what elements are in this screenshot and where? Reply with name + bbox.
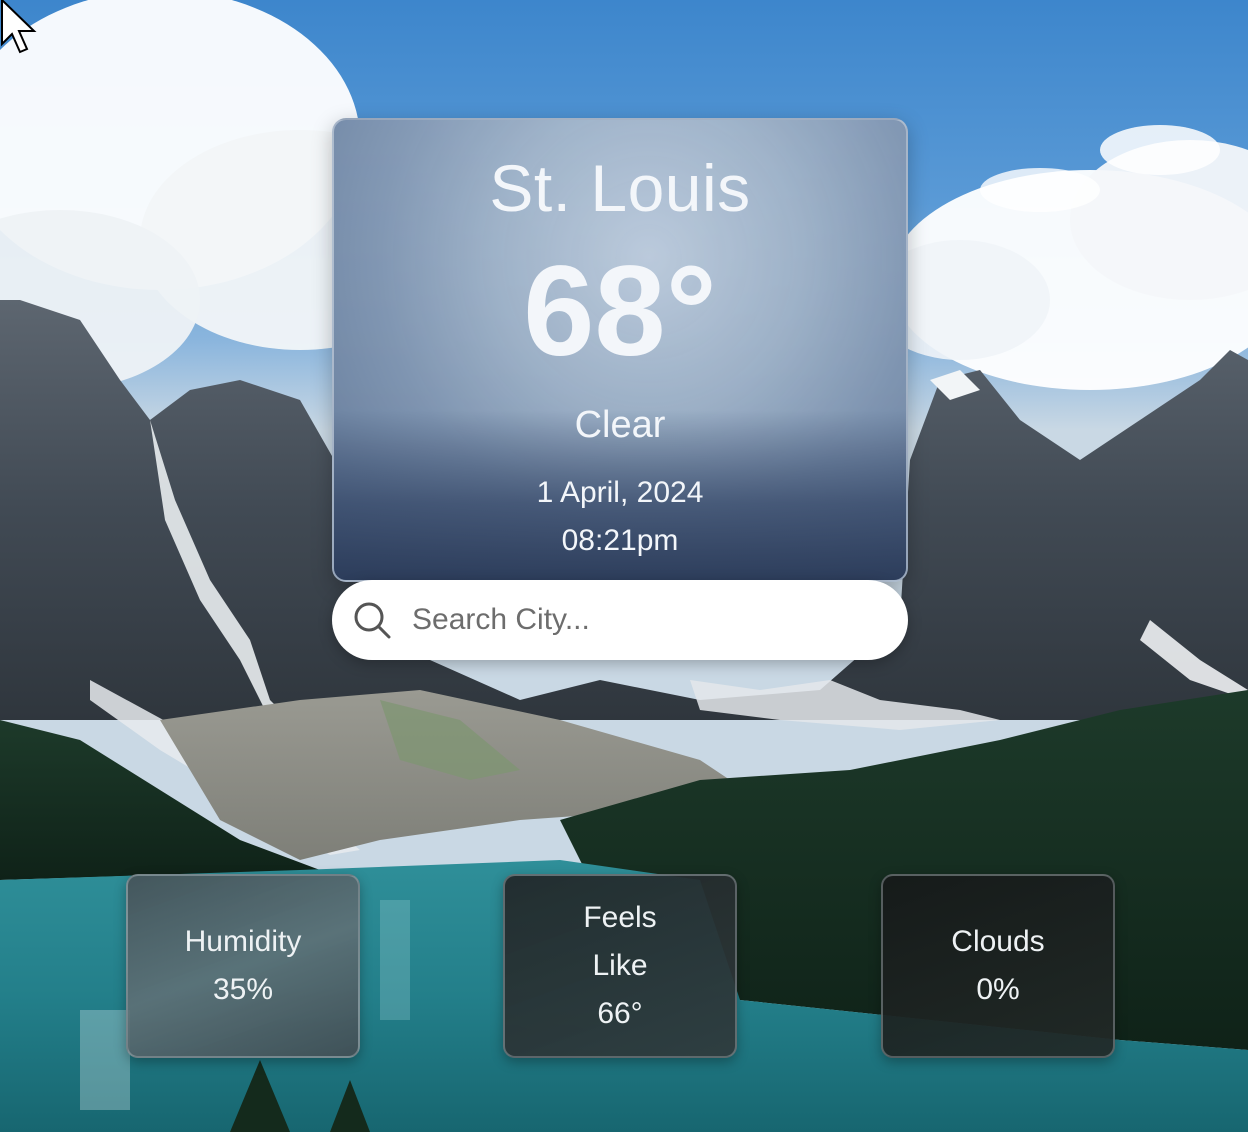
humidity-value: 35% bbox=[212, 973, 274, 1006]
mouse-pointer-icon bbox=[1, 0, 37, 54]
feels-like-label: Feels Like bbox=[583, 901, 657, 982]
temperature-value: 68° bbox=[523, 240, 717, 383]
city-name: St. Louis bbox=[489, 151, 751, 225]
clouds-value: 0% bbox=[976, 973, 1020, 1006]
search-city-input[interactable] bbox=[410, 602, 874, 638]
weather-app-screen: St. Louis 68° Clear 1 April, 2024 08:21p… bbox=[0, 0, 1248, 1132]
search-bar[interactable] bbox=[332, 580, 908, 660]
feels-like-card: Feels Like 66° bbox=[503, 874, 737, 1058]
feels-like-value: 66° bbox=[597, 997, 643, 1030]
current-date: 1 April, 2024 bbox=[536, 476, 704, 509]
weather-summary-card: St. Louis 68° Clear 1 April, 2024 08:21p… bbox=[332, 118, 908, 582]
humidity-card: Humidity 35% bbox=[126, 874, 360, 1058]
search-icon[interactable] bbox=[352, 600, 392, 640]
clouds-label: Clouds bbox=[951, 925, 1045, 958]
current-time: 08:21pm bbox=[561, 524, 679, 557]
clouds-card: Clouds 0% bbox=[881, 874, 1115, 1058]
humidity-label: Humidity bbox=[184, 925, 302, 958]
weather-condition: Clear bbox=[574, 404, 666, 446]
